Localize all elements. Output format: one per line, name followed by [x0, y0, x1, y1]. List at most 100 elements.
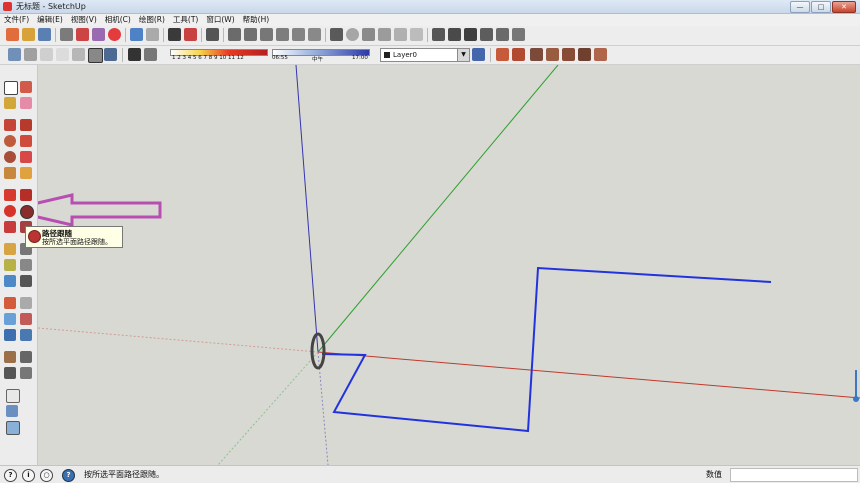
pan-tool-icon[interactable] [20, 297, 32, 309]
stamp-icon[interactable] [546, 48, 559, 61]
back-edges-icon[interactable] [24, 48, 37, 61]
top-view-icon[interactable] [244, 28, 257, 41]
erase-icon[interactable] [108, 28, 121, 41]
extension-icon[interactable] [512, 28, 525, 41]
shaded-icon[interactable] [378, 28, 391, 41]
close-button[interactable]: ✕ [832, 1, 856, 13]
xray-icon[interactable] [346, 28, 359, 41]
look-around-icon[interactable] [20, 351, 32, 363]
get-models-icon[interactable] [432, 28, 445, 41]
minimize-button[interactable]: — [790, 1, 810, 13]
smoove-icon[interactable] [530, 48, 543, 61]
cut-icon[interactable] [60, 28, 73, 41]
hidden-line-icon[interactable] [362, 28, 375, 41]
wireframe-icon[interactable] [330, 28, 343, 41]
layer-dropdown[interactable]: Layer0 ▼ [380, 48, 470, 62]
shadow-settings-icon[interactable] [128, 48, 141, 61]
back-view-icon[interactable] [292, 28, 305, 41]
text-tool-icon[interactable] [20, 259, 32, 271]
new-file-icon[interactable] [6, 28, 19, 41]
walkthrough-icon[interactable] [6, 389, 20, 403]
orbit-tool-icon[interactable] [4, 297, 16, 309]
textured-style-icon[interactable] [88, 48, 103, 63]
open-file-icon[interactable] [22, 28, 35, 41]
protractor-icon[interactable] [4, 259, 16, 271]
wireframe-style-icon[interactable] [40, 48, 53, 61]
push-pull-tool-icon[interactable] [20, 189, 32, 201]
sandbox-from-contours-icon[interactable] [496, 48, 509, 61]
user-account-icon[interactable]: ○ [40, 469, 53, 482]
undo-icon[interactable] [130, 28, 143, 41]
follow-me-path[interactable] [321, 266, 772, 433]
paint-bucket-icon[interactable] [4, 97, 16, 109]
iso-view-icon[interactable] [228, 28, 241, 41]
component-icon[interactable] [464, 28, 477, 41]
front-view-icon[interactable] [260, 28, 273, 41]
menu-help[interactable]: 帮助(H) [243, 14, 270, 26]
line-tool-icon[interactable] [20, 119, 32, 131]
menu-view[interactable]: 视图(V) [71, 14, 97, 26]
3d-text-icon[interactable] [20, 275, 32, 287]
tape-measure-icon[interactable] [4, 243, 16, 255]
walk-tool-icon[interactable] [4, 367, 16, 379]
menu-edit[interactable]: 编辑(E) [37, 14, 63, 26]
copy-icon[interactable] [76, 28, 89, 41]
model-info-icon[interactable] [184, 28, 197, 41]
rotate-tool-icon[interactable] [4, 205, 16, 217]
drape-icon[interactable] [562, 48, 575, 61]
flip-edge-icon[interactable] [594, 48, 607, 61]
hidden-line-style-icon[interactable] [56, 48, 69, 61]
rectangle-tool-icon[interactable] [4, 119, 16, 131]
follow-me-tool-icon[interactable] [20, 205, 34, 219]
layer-manager-icon[interactable] [472, 48, 485, 61]
zoom-extents-icon[interactable] [4, 329, 16, 341]
monochrome-style-icon[interactable] [104, 48, 117, 61]
position-camera-icon[interactable] [4, 351, 16, 363]
x-ray-mode-icon[interactable] [8, 48, 21, 61]
redo-icon[interactable] [146, 28, 159, 41]
axes-tool-icon[interactable] [4, 275, 16, 287]
freehand-tool-icon[interactable] [20, 151, 32, 163]
right-view-icon[interactable] [276, 28, 289, 41]
zoom-tool-icon[interactable] [4, 313, 16, 325]
scale-tool-icon[interactable] [4, 221, 16, 233]
zoom-window-icon[interactable] [20, 313, 32, 325]
pie-tool-icon[interactable] [4, 167, 16, 179]
scroll-indicator-knob[interactable] [853, 396, 859, 402]
previous-view-icon[interactable] [20, 329, 32, 341]
menu-file[interactable]: 文件(F) [4, 14, 29, 26]
menu-window[interactable]: 窗口(W) [206, 14, 234, 26]
camera-icon[interactable] [206, 28, 219, 41]
move-tool-icon[interactable] [4, 189, 16, 201]
warehouse-icon[interactable] [496, 28, 509, 41]
menu-draw[interactable]: 绘图(R) [139, 14, 165, 26]
menu-tools[interactable]: 工具(T) [173, 14, 198, 26]
model-info-panel-icon[interactable] [6, 421, 20, 435]
arc-tool-icon[interactable] [20, 135, 32, 147]
home-icon[interactable] [480, 28, 493, 41]
help-icon[interactable]: ? [62, 469, 75, 482]
display-shadows-icon[interactable] [144, 48, 157, 61]
geo-location-icon[interactable]: ? [4, 469, 17, 482]
menu-camera[interactable]: 相机(C) [105, 14, 131, 26]
share-model-icon[interactable] [448, 28, 461, 41]
chevron-down-icon[interactable]: ▼ [457, 49, 469, 61]
circle-tool-icon[interactable] [4, 135, 16, 147]
save-icon[interactable] [38, 28, 51, 41]
credits-icon[interactable]: i [22, 469, 35, 482]
polygon-tool-icon[interactable] [4, 151, 16, 163]
sandbox-from-scratch-icon[interactable] [512, 48, 525, 61]
look-icon[interactable] [6, 405, 18, 417]
paste-icon[interactable] [92, 28, 105, 41]
shaded-texture-icon[interactable] [394, 28, 407, 41]
eraser-icon[interactable] [20, 97, 32, 109]
select-tool-icon[interactable] [4, 81, 18, 95]
print-icon[interactable] [168, 28, 181, 41]
maximize-button[interactable]: □ [811, 1, 831, 13]
measurements-input[interactable] [730, 468, 858, 482]
left-view-icon[interactable] [308, 28, 321, 41]
make-component-icon[interactable] [20, 81, 32, 93]
add-detail-icon[interactable] [578, 48, 591, 61]
two-point-arc-icon[interactable] [20, 167, 32, 179]
section-plane-icon[interactable] [20, 367, 32, 379]
